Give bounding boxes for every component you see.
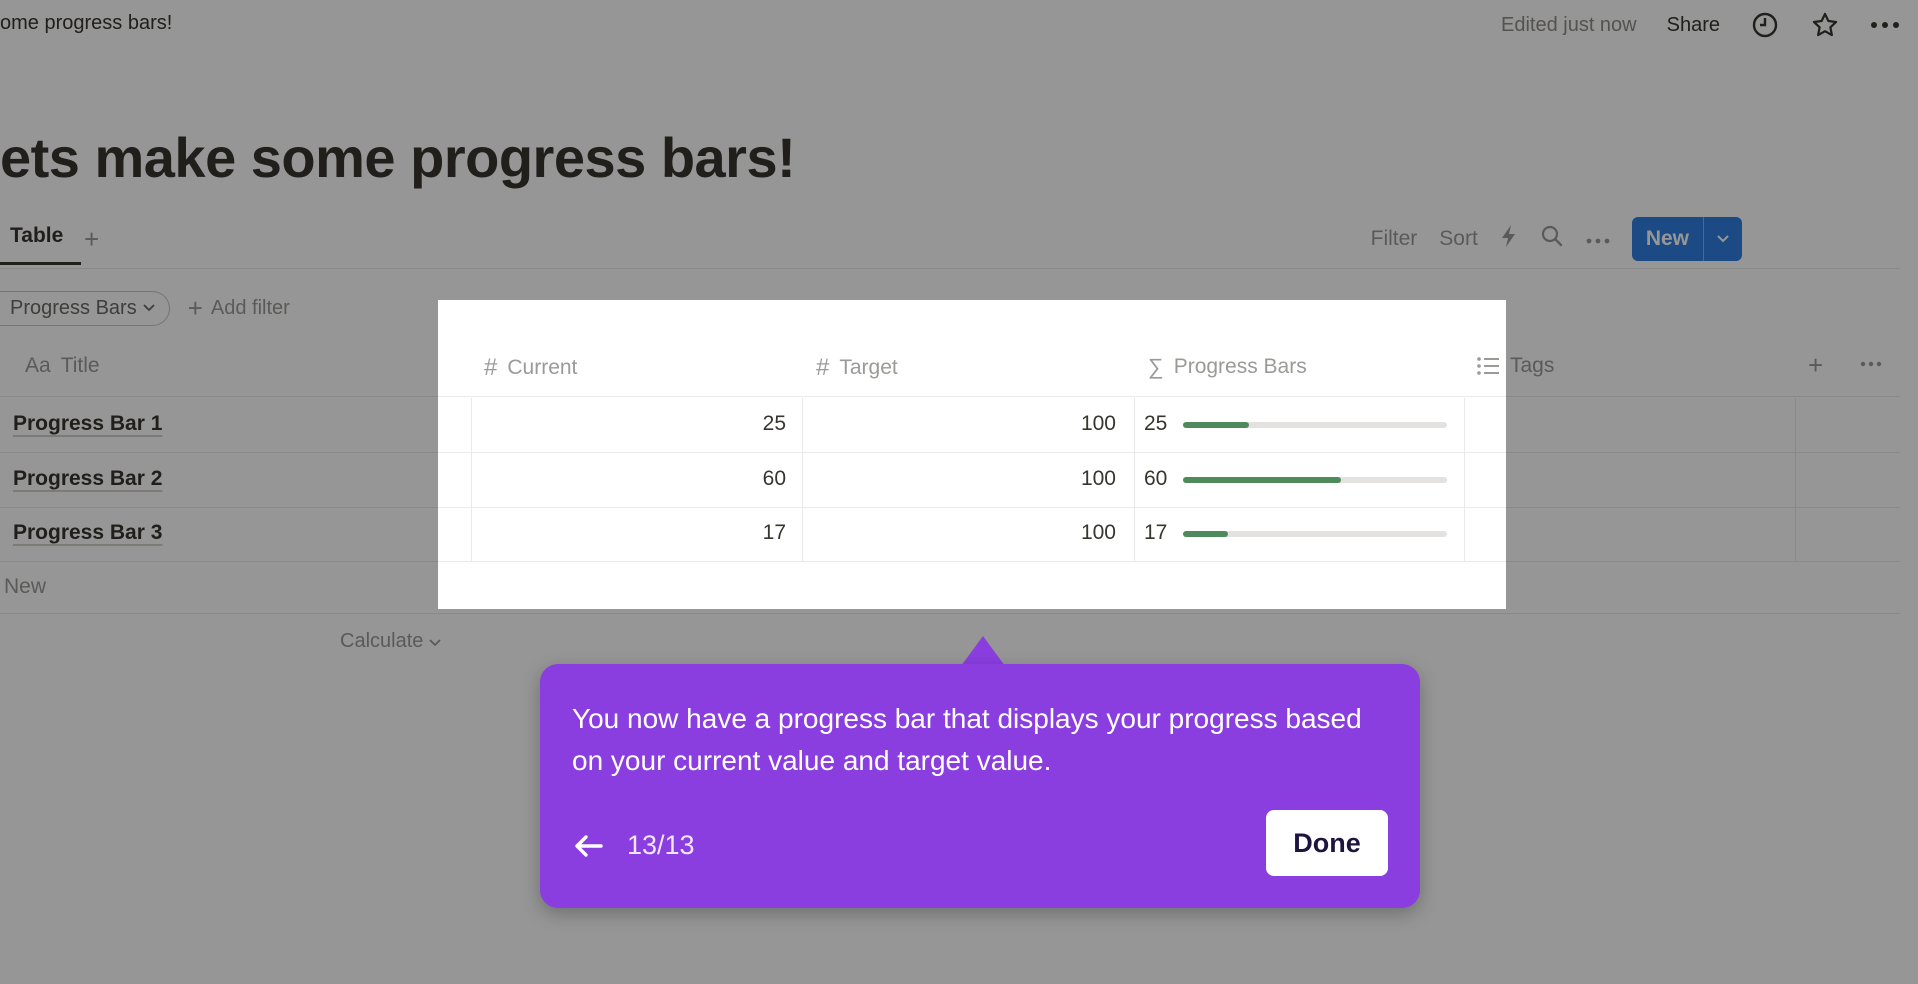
number-icon: # xyxy=(816,354,830,381)
tooltip-text: You now have a progress bar that display… xyxy=(572,703,1362,776)
column-title-label: Title xyxy=(60,354,100,377)
highlight-window: ome progress bars! Edited just now Share… xyxy=(438,300,1506,609)
progress-bar xyxy=(1183,422,1447,428)
edited-status: Edited just now xyxy=(1500,13,1637,36)
clock-icon[interactable] xyxy=(1750,10,1780,40)
row-title[interactable]: Progress Bar 3 xyxy=(13,521,162,545)
chevron-down-icon xyxy=(429,639,441,647)
table-header: Aa Title # Current # Target ∑ Progress B… xyxy=(438,344,1506,397)
add-filter-label: Add filter xyxy=(210,296,290,319)
progress-value: 25 xyxy=(1144,412,1168,435)
current-value[interactable]: 17 xyxy=(666,521,786,545)
column-tags-label: Tags xyxy=(1510,354,1555,377)
tab-table-label: Table xyxy=(10,224,64,247)
view-toolbar: Filter Sort New xyxy=(1371,216,1742,262)
progress-bar xyxy=(1183,477,1447,483)
calculate-button[interactable]: Calculate xyxy=(340,630,441,653)
column-progress-bars[interactable]: ∑ Progress Bars xyxy=(1148,354,1307,380)
add-column-icon[interactable]: + xyxy=(1808,350,1823,381)
progress-value: 60 xyxy=(1144,467,1168,490)
current-value[interactable]: 25 xyxy=(666,412,786,436)
cell-divider xyxy=(471,453,472,507)
cell-divider xyxy=(1134,453,1135,507)
progress-bar-fill xyxy=(1183,531,1228,537)
column-target-label: Target xyxy=(839,356,898,379)
cell-divider xyxy=(1464,453,1465,507)
back-arrow-icon[interactable] xyxy=(570,828,606,864)
plus-icon: + xyxy=(187,292,203,323)
cell-divider xyxy=(802,507,803,561)
cell-divider xyxy=(1464,507,1465,561)
column-current-label: Current xyxy=(507,356,578,379)
cell-divider xyxy=(1134,398,1135,452)
breadcrumb[interactable]: ome progress bars! xyxy=(0,12,172,35)
text-type-icon: Aa xyxy=(25,354,51,377)
filter-chip-label: Progress Bars xyxy=(10,296,137,319)
page-title[interactable]: ets make some progress bars! xyxy=(0,125,796,190)
sort-button[interactable]: Sort xyxy=(1439,227,1478,251)
cell-divider xyxy=(1795,507,1796,561)
topbar-actions: Edited just now Share xyxy=(1501,8,1900,42)
table-more-icon[interactable] xyxy=(1860,360,1882,368)
cell-divider xyxy=(471,398,472,452)
number-icon: # xyxy=(484,354,498,381)
progress-bar-fill xyxy=(1183,422,1249,428)
chevron-down-icon xyxy=(143,304,155,312)
new-button[interactable]: New xyxy=(1631,217,1742,261)
view-bar: Table + Filter Sort New xyxy=(0,216,1900,269)
cell-divider xyxy=(802,453,803,507)
target-value[interactable]: 100 xyxy=(996,467,1116,491)
done-button[interactable]: Done xyxy=(1266,810,1388,876)
table-row[interactable]: Progress Bar 31710017 xyxy=(438,507,1506,562)
tooltip-arrow xyxy=(961,636,1005,666)
new-row-button[interactable]: New xyxy=(4,575,46,599)
cell-divider xyxy=(471,507,472,561)
target-value[interactable]: 100 xyxy=(996,521,1116,545)
progress-bar xyxy=(1183,531,1447,537)
filter-chip[interactable]: Progress Bars xyxy=(0,290,170,326)
progress-value: 17 xyxy=(1144,521,1168,544)
tour-tooltip: You now have a progress bar that display… xyxy=(540,664,1420,908)
column-tags[interactable]: Tags xyxy=(1476,354,1506,378)
current-value[interactable]: 60 xyxy=(666,467,786,491)
chevron-down-icon[interactable] xyxy=(1703,217,1742,261)
tour-step-counter: 13/13 xyxy=(627,830,695,860)
row-title[interactable]: Progress Bar 1 xyxy=(13,412,162,436)
highlight-content: ome progress bars! Edited just now Share… xyxy=(438,300,1506,609)
cell-divider xyxy=(1134,507,1135,561)
cell-divider xyxy=(1464,398,1465,452)
cell-divider xyxy=(1795,453,1796,507)
search-icon[interactable] xyxy=(1540,224,1564,254)
filter-row: Progress Bars + Add filter xyxy=(0,290,290,326)
star-icon[interactable] xyxy=(1810,10,1840,40)
more-icon[interactable] xyxy=(1870,10,1900,40)
calculate-label: Calculate xyxy=(340,630,424,652)
column-title[interactable]: Aa Title xyxy=(25,354,100,378)
progress-bar-fill xyxy=(1183,477,1342,483)
table-row[interactable]: Progress Bar 12510025 xyxy=(438,398,1506,453)
target-value[interactable]: 100 xyxy=(996,412,1116,436)
row-title[interactable]: Progress Bar 2 xyxy=(13,467,162,491)
divider xyxy=(0,613,1900,614)
cell-divider xyxy=(1795,398,1796,452)
add-filter-button[interactable]: + Add filter xyxy=(188,293,290,324)
formula-icon: ∑ xyxy=(1148,354,1164,379)
new-button-label: New xyxy=(1645,227,1689,250)
cell-divider xyxy=(802,398,803,452)
list-icon xyxy=(1477,357,1499,375)
automation-icon[interactable] xyxy=(1500,224,1518,254)
view-more-icon[interactable] xyxy=(1586,227,1610,251)
add-view-icon[interactable]: + xyxy=(84,224,99,255)
top-bar: ome progress bars! Edited just now Share xyxy=(0,0,1918,50)
app-content: ome progress bars! Edited just now Share… xyxy=(438,300,1506,609)
filter-button[interactable]: Filter xyxy=(1371,227,1418,251)
column-target[interactable]: # Target xyxy=(816,354,898,382)
column-current[interactable]: # Current xyxy=(484,354,577,382)
column-progress-label: Progress Bars xyxy=(1173,355,1307,378)
table-row[interactable]: Progress Bar 26010060 xyxy=(438,453,1506,508)
share-button[interactable]: Share xyxy=(1667,14,1720,37)
tab-table[interactable]: Table xyxy=(0,224,82,265)
